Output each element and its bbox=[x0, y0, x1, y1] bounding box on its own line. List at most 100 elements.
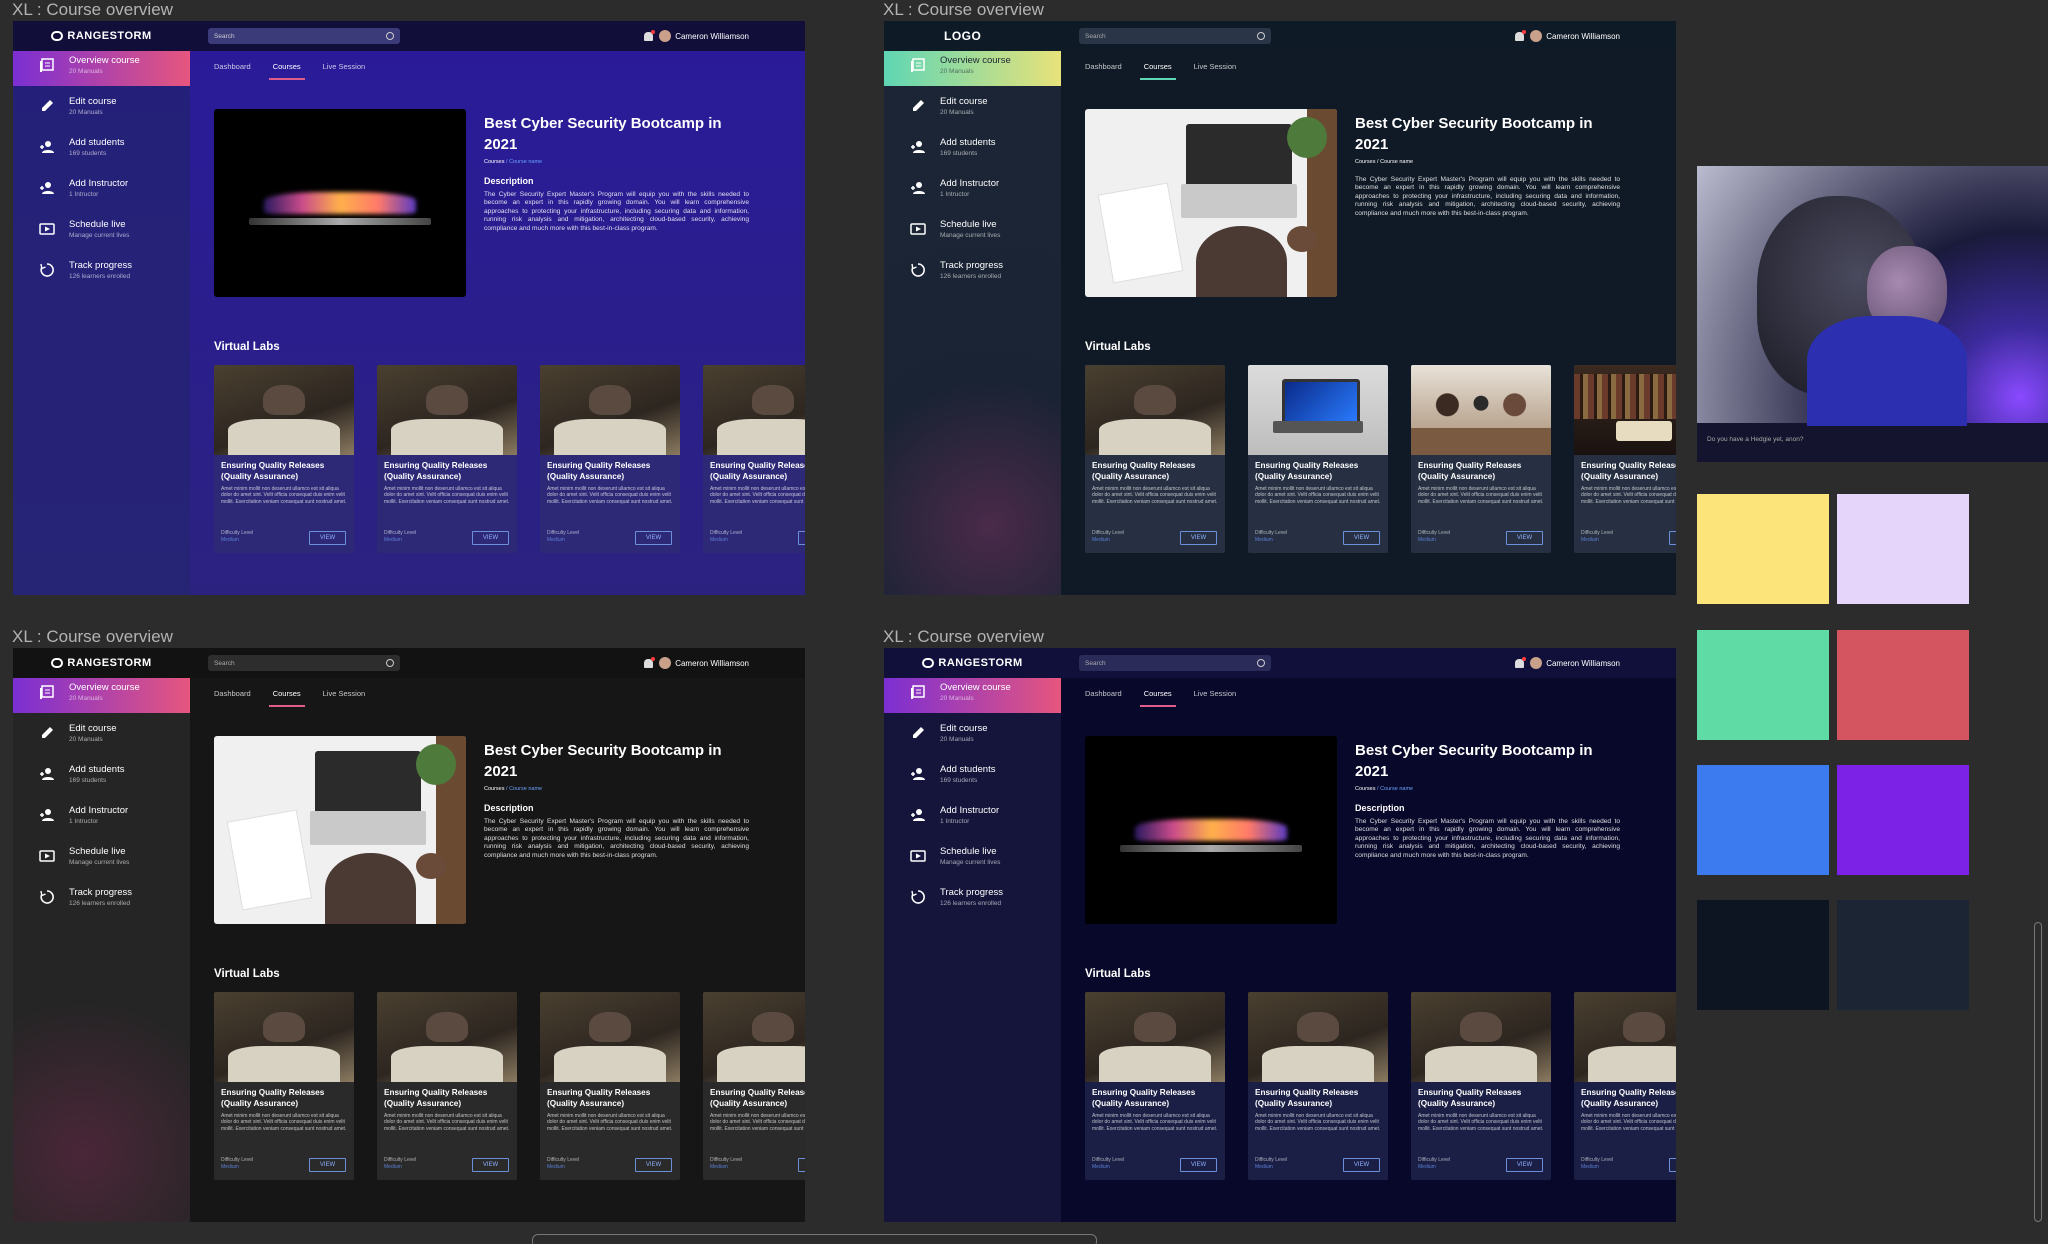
sidebar-item[interactable]: Track progress 126 learners enrolled bbox=[13, 255, 190, 296]
view-button[interactable]: VIEW bbox=[1180, 1158, 1217, 1172]
breadcrumb-course-name[interactable]: / Course name bbox=[506, 786, 542, 792]
lab-card[interactable]: Ensuring Quality Releases (Quality Assur… bbox=[703, 992, 805, 1180]
view-button[interactable]: VIEW bbox=[798, 1158, 805, 1172]
sidebar-item[interactable]: Track progress 126 learners enrolled bbox=[884, 255, 1061, 296]
user-menu[interactable]: Cameron Williamson bbox=[644, 29, 749, 42]
view-button[interactable]: VIEW bbox=[1343, 1158, 1380, 1172]
sidebar-item[interactable]: Schedule live Manage current lives bbox=[13, 214, 190, 255]
sidebar-item[interactable]: Add students 169 students bbox=[13, 759, 190, 800]
difficulty-label: Difficulty Level bbox=[1581, 1157, 1614, 1163]
tab[interactable]: Dashboard bbox=[214, 62, 251, 71]
lab-card[interactable]: Ensuring Quality Releases (Quality Assur… bbox=[1411, 992, 1551, 1180]
breadcrumb-course-name[interactable]: / Course name bbox=[1377, 786, 1413, 792]
lab-card[interactable]: Ensuring Quality Releases (Quality Assur… bbox=[1085, 365, 1225, 553]
lab-card[interactable]: Ensuring Quality Releases (Quality Assur… bbox=[1085, 992, 1225, 1180]
lab-card[interactable]: Ensuring Quality Releases (Quality Assur… bbox=[1248, 365, 1388, 553]
sidebar-item[interactable]: Edit course 20 Manuals bbox=[13, 91, 190, 132]
sidebar-item[interactable]: Overview course 20 Manuals bbox=[13, 678, 190, 713]
vertical-scrollbar[interactable] bbox=[2034, 922, 2042, 1222]
sidebar-item[interactable]: Schedule live Manage current lives bbox=[884, 841, 1061, 882]
sidebar-item-title: Schedule live bbox=[69, 219, 126, 230]
sidebar-item[interactable]: Add students 169 students bbox=[884, 132, 1061, 173]
lab-card[interactable]: Ensuring Quality Releases (Quality Assur… bbox=[214, 365, 354, 553]
tab[interactable]: Live Session bbox=[1194, 689, 1237, 698]
horizontal-scrollbar[interactable] bbox=[532, 1234, 1097, 1244]
search-input[interactable]: Search bbox=[208, 655, 400, 671]
bell-icon[interactable] bbox=[1515, 29, 1527, 41]
user-menu[interactable]: Cameron Williamson bbox=[644, 656, 749, 669]
lab-card-title: Ensuring Quality Releases (Quality Assur… bbox=[1255, 1088, 1359, 1108]
user-menu[interactable]: Cameron Williamson bbox=[1515, 656, 1620, 669]
tab[interactable]: Live Session bbox=[1194, 62, 1237, 71]
sidebar-item[interactable]: Add Instructor 1 Intructor bbox=[13, 800, 190, 841]
search-input[interactable]: Search bbox=[208, 28, 400, 44]
view-button[interactable]: VIEW bbox=[635, 531, 672, 545]
user-menu[interactable]: Cameron Williamson bbox=[1515, 29, 1620, 42]
lab-card[interactable]: Ensuring Quality Releases (Quality Assur… bbox=[703, 365, 805, 553]
tab[interactable]: Courses bbox=[268, 689, 305, 707]
lab-card[interactable]: Ensuring Quality Releases (Quality Assur… bbox=[1248, 992, 1388, 1180]
tab[interactable]: Dashboard bbox=[1085, 62, 1122, 71]
lab-card[interactable]: Ensuring Quality Releases (Quality Assur… bbox=[214, 992, 354, 1180]
sidebar-item[interactable]: Edit course 20 Manuals bbox=[884, 91, 1061, 132]
breadcrumb-courses[interactable]: Courses bbox=[484, 786, 504, 792]
sidebar-item[interactable]: Overview course 20 Manuals bbox=[884, 678, 1061, 713]
view-button[interactable]: VIEW bbox=[1669, 1158, 1676, 1172]
breadcrumb-courses[interactable]: Courses / Course name bbox=[1355, 159, 1413, 165]
main-content: Search Cameron Williamson Dashboard Courses… bbox=[1061, 648, 1676, 1222]
tab[interactable]: Dashboard bbox=[1085, 689, 1122, 698]
breadcrumb-course-name[interactable]: / Course name bbox=[506, 159, 542, 165]
lab-card-text: Amet minim mollit non deserunt ullamco e… bbox=[547, 486, 673, 505]
view-button[interactable]: VIEW bbox=[472, 1158, 509, 1172]
view-button[interactable]: VIEW bbox=[472, 531, 509, 545]
lab-card[interactable]: Ensuring Quality Releases (Quality Assur… bbox=[377, 365, 517, 553]
breadcrumb-courses[interactable]: Courses bbox=[1355, 786, 1375, 792]
sidebar-item[interactable]: Add Instructor 1 Intructor bbox=[884, 173, 1061, 214]
bell-icon[interactable] bbox=[644, 29, 656, 41]
sidebar-item[interactable]: Add students 169 students bbox=[884, 759, 1061, 800]
user-name: Cameron Williamson bbox=[675, 658, 749, 668]
lab-card[interactable]: Ensuring Quality Releases (Quality Assur… bbox=[540, 365, 680, 553]
sidebar-item[interactable]: Edit course 20 Manuals bbox=[884, 718, 1061, 759]
tab[interactable]: Live Session bbox=[323, 62, 366, 71]
view-button[interactable]: VIEW bbox=[1669, 531, 1676, 545]
view-button[interactable]: VIEW bbox=[1343, 531, 1380, 545]
tab[interactable]: Dashboard bbox=[214, 689, 251, 698]
tab[interactable]: Courses bbox=[268, 62, 305, 80]
view-button[interactable]: VIEW bbox=[1506, 1158, 1543, 1172]
sidebar-item[interactable]: Edit course 20 Manuals bbox=[13, 718, 190, 759]
lab-card[interactable]: Ensuring Quality Releases (Quality Assur… bbox=[1574, 365, 1676, 553]
tab[interactable]: Live Session bbox=[323, 689, 366, 698]
search-input[interactable]: Search bbox=[1079, 655, 1271, 671]
lab-card[interactable]: Ensuring Quality Releases (Quality Assur… bbox=[1411, 365, 1551, 553]
sidebar-item[interactable]: Add students 169 students bbox=[13, 132, 190, 173]
sidebar-item[interactable]: Add Instructor 1 Intructor bbox=[13, 173, 190, 214]
difficulty-label: Difficulty Level bbox=[1255, 1157, 1288, 1163]
sidebar-item-subtitle: Manage current lives bbox=[940, 232, 1001, 239]
lab-card[interactable]: Ensuring Quality Releases (Quality Assur… bbox=[540, 992, 680, 1180]
sidebar-item[interactable]: Track progress 126 learners enrolled bbox=[884, 882, 1061, 923]
view-button[interactable]: VIEW bbox=[1180, 531, 1217, 545]
view-button[interactable]: VIEW bbox=[635, 1158, 672, 1172]
view-button[interactable]: VIEW bbox=[309, 531, 346, 545]
view-button[interactable]: VIEW bbox=[309, 1158, 346, 1172]
tab[interactable]: Courses bbox=[1139, 689, 1176, 707]
sidebar-item[interactable]: Track progress 126 learners enrolled bbox=[13, 882, 190, 923]
search-input[interactable]: Search bbox=[1079, 28, 1271, 44]
bell-icon[interactable] bbox=[644, 656, 656, 668]
search-placeholder: Search bbox=[1085, 32, 1106, 40]
sidebar-item-title: Overview course bbox=[69, 682, 140, 693]
sidebar-item[interactable]: Add Instructor 1 Intructor bbox=[884, 800, 1061, 841]
bell-icon[interactable] bbox=[1515, 656, 1527, 668]
lab-card-title: Ensuring Quality Releases (Quality Assur… bbox=[547, 461, 651, 481]
sidebar-item[interactable]: Overview course 20 Manuals bbox=[13, 51, 190, 86]
sidebar-item[interactable]: Overview course 20 Manuals bbox=[884, 51, 1061, 86]
view-button[interactable]: VIEW bbox=[798, 531, 805, 545]
view-button[interactable]: VIEW bbox=[1506, 531, 1543, 545]
lab-card[interactable]: Ensuring Quality Releases (Quality Assur… bbox=[377, 992, 517, 1180]
sidebar-item[interactable]: Schedule live Manage current lives bbox=[13, 841, 190, 882]
tab[interactable]: Courses bbox=[1139, 62, 1176, 80]
lab-card[interactable]: Ensuring Quality Releases (Quality Assur… bbox=[1574, 992, 1676, 1180]
breadcrumb-courses[interactable]: Courses bbox=[484, 159, 504, 165]
sidebar-item[interactable]: Schedule live Manage current lives bbox=[884, 214, 1061, 255]
